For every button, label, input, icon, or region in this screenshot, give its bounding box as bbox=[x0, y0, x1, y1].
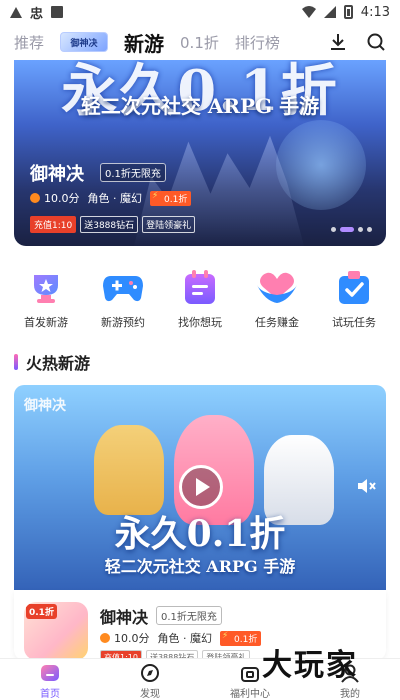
bottom-nav-home[interactable]: 首页 bbox=[0, 659, 100, 700]
section-accent-bar bbox=[14, 354, 18, 370]
top-nav: 推荐 御神决 新游 0.1折 排行榜 bbox=[0, 24, 400, 60]
watermark-logo: 大玩家 bbox=[262, 648, 358, 683]
entry-label: 找你想玩 bbox=[178, 316, 222, 329]
compass-icon bbox=[141, 664, 159, 682]
pagination-dot[interactable] bbox=[367, 227, 372, 232]
entry-earn-tasks[interactable]: 任务赚金 bbox=[239, 270, 315, 334]
battery-icon bbox=[343, 5, 353, 19]
pagination-dot[interactable] bbox=[358, 227, 363, 232]
score-icon bbox=[30, 193, 40, 203]
pagination-dot-active[interactable] bbox=[340, 227, 354, 232]
bottom-nav-label: 我的 bbox=[340, 689, 360, 700]
list-icon bbox=[180, 270, 220, 306]
banner-genre: 角色 · 魔幻 bbox=[87, 192, 143, 205]
trophy-icon bbox=[26, 270, 66, 306]
notification-square-icon bbox=[51, 6, 64, 18]
entry-label: 试玩任务 bbox=[332, 316, 376, 329]
banner-game-title: 御神决 bbox=[30, 164, 84, 185]
tab-new-games[interactable]: 新游 bbox=[124, 28, 164, 57]
status-time: 4:13 bbox=[360, 4, 390, 20]
banner-tags: 充值1:10 送3888钻石 登陆领豪礼 bbox=[30, 216, 196, 233]
wifi-icon bbox=[301, 6, 316, 18]
game-logo-tab[interactable]: 御神决 bbox=[60, 32, 109, 52]
mute-icon[interactable] bbox=[356, 477, 376, 495]
banner-badge: 0.1折无限充 bbox=[100, 163, 166, 182]
gamepad-icon bbox=[103, 270, 143, 306]
game-score: 10.0分 bbox=[114, 632, 150, 645]
pagination-dot[interactable] bbox=[331, 227, 336, 232]
video-headline: 永久0.1折 bbox=[114, 513, 286, 555]
banner-discount: 0.1折 bbox=[150, 190, 192, 206]
bottom-nav-label: 首页 bbox=[40, 689, 60, 700]
game-genre: 角色 · 魔幻 bbox=[157, 632, 213, 645]
entry-label: 新游预约 bbox=[101, 316, 145, 329]
game-title: 御神决 bbox=[100, 608, 149, 627]
featured-video[interactable]: 御神决 永久0.1折 轻二次元社交 ARPG 手游 bbox=[14, 385, 386, 590]
video-game-logo: 御神决 bbox=[24, 398, 66, 414]
score-icon bbox=[100, 633, 110, 643]
banner-tag: 登陆领豪礼 bbox=[142, 216, 196, 233]
heart-hands-icon bbox=[257, 270, 297, 306]
banner-tag: 送3888钻石 bbox=[80, 216, 139, 233]
tab-discount[interactable]: 0.1折 bbox=[180, 32, 219, 53]
warning-icon bbox=[10, 6, 22, 18]
entry-find-games[interactable]: 找你想玩 bbox=[162, 270, 238, 334]
banner-subheadline: 轻二次元社交 ARPG 手游 bbox=[80, 94, 320, 118]
video-subheadline: 轻二次元社交 ARPG 手游 bbox=[104, 557, 296, 576]
search-icon[interactable] bbox=[366, 32, 386, 52]
status-bar: 忠 4:13 bbox=[0, 0, 400, 24]
download-icon[interactable] bbox=[328, 32, 348, 52]
home-icon bbox=[41, 665, 59, 681]
game-icon-badge: 0.1折 bbox=[26, 604, 57, 619]
gift-icon bbox=[241, 667, 259, 682]
entry-trial-tasks[interactable]: 试玩任务 bbox=[316, 270, 392, 334]
banner-pagination bbox=[331, 227, 372, 232]
banner-meta-row: 10.0分 角色 · 魔幻 0.1折 bbox=[30, 190, 192, 206]
game-discount: 0.1折 bbox=[220, 630, 262, 646]
entry-first-release[interactable]: 首发新游 bbox=[8, 270, 84, 334]
bottom-nav-label: 发现 bbox=[140, 689, 160, 700]
bottom-nav-discover[interactable]: 发现 bbox=[100, 659, 200, 700]
entry-label: 首发新游 bbox=[24, 316, 68, 329]
banner-score: 10.0分 bbox=[44, 192, 80, 205]
tab-recommend[interactable]: 推荐 bbox=[14, 32, 44, 53]
tab-ranking[interactable]: 排行榜 bbox=[235, 32, 280, 53]
entry-label: 任务赚金 bbox=[255, 316, 299, 329]
app-notification-glyph: 忠 bbox=[30, 6, 44, 22]
game-meta-row: 10.0分 角色 · 魔幻 0.1折 bbox=[100, 630, 262, 646]
section-title: 火热新游 bbox=[26, 354, 91, 373]
game-badge: 0.1折无限充 bbox=[156, 606, 222, 625]
banner-tag: 充值1:10 bbox=[30, 216, 77, 233]
bottom-nav-label: 福利中心 bbox=[230, 689, 270, 700]
game-icon[interactable]: 0.1折 bbox=[24, 602, 88, 660]
entry-reservation[interactable]: 新游预约 bbox=[85, 270, 161, 334]
section-header: 火热新游 bbox=[14, 350, 90, 374]
play-icon[interactable] bbox=[179, 465, 223, 509]
hero-banner[interactable]: 永久0.1折 轻二次元社交 ARPG 手游 御神决 0.1折无限充 10.0分 … bbox=[14, 60, 386, 246]
quick-entries: 首发新游 新游预约 找你想玩 任务赚金 试玩任务 bbox=[8, 270, 392, 334]
check-icon bbox=[334, 270, 374, 306]
signal-icon bbox=[323, 6, 336, 18]
